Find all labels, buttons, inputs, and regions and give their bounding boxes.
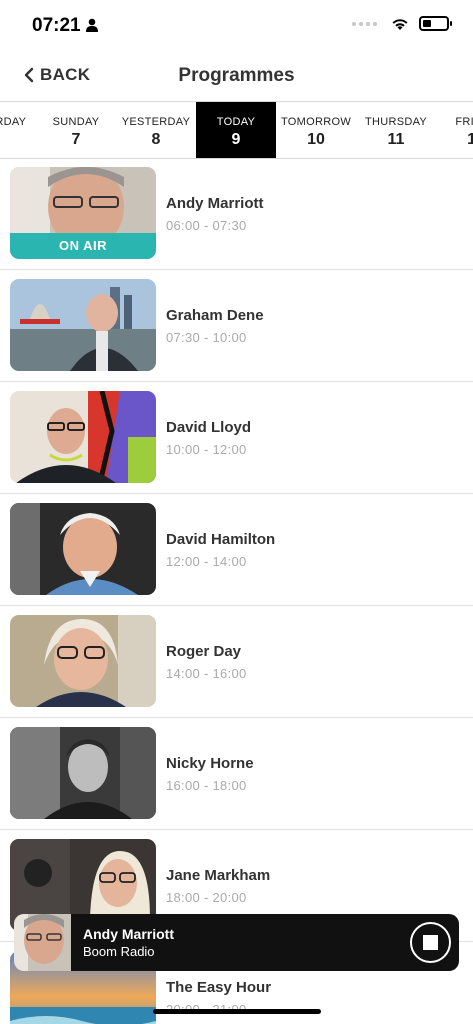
programme-time: 18:00 - 20:00: [166, 890, 247, 905]
programme-row-andy-marriott[interactable]: ON AIR Andy Marriott 06:00 - 07:30: [0, 158, 473, 270]
now-playing-artwork: [14, 914, 71, 971]
presenter-photo: [10, 279, 156, 371]
presenter-photo: ON AIR: [10, 167, 156, 259]
day-name: YESTERDAY: [121, 116, 191, 128]
programme-name: David Hamilton: [166, 531, 276, 548]
programme-name: Nicky Horne: [166, 755, 254, 772]
now-playing-bar[interactable]: Andy Marriott Boom Radio: [14, 914, 459, 971]
programme-time: 14:00 - 16:00: [166, 666, 247, 681]
day-number: 6: [0, 131, 36, 149]
programme-row-graham-dene[interactable]: Graham Dene 07:30 - 10:00: [0, 270, 473, 382]
presenter-photo: [10, 391, 156, 483]
programme-time: 07:30 - 10:00: [166, 330, 247, 345]
header: BACK Programmes: [0, 55, 473, 99]
day-number: 12: [436, 131, 473, 149]
presenter-photo: [10, 503, 156, 595]
presenter-photo: [10, 615, 156, 707]
day-selector: SATURDAY 6 SUNDAY 7 YESTERDAY 8 TODAY 9 …: [0, 101, 473, 159]
person-icon: [86, 18, 98, 32]
battery-icon: [419, 16, 452, 31]
programme-name: The Easy Hour: [166, 979, 272, 996]
programme-name: Roger Day: [166, 643, 242, 660]
day-tab-friday[interactable]: FRIDAY 12: [436, 102, 473, 158]
day-name: THURSDAY: [364, 116, 428, 128]
day-name: SATURDAY: [0, 116, 27, 128]
presenter-photo: [10, 727, 156, 819]
day-number: 9: [231, 131, 241, 148]
programme-row-david-lloyd[interactable]: David Lloyd 10:00 - 12:00: [0, 382, 473, 494]
programme-time: 12:00 - 14:00: [166, 554, 247, 569]
day-number: 7: [71, 131, 81, 148]
day-name: FRIDAY: [455, 116, 473, 128]
day-tab-yesterday[interactable]: YESTERDAY 8: [116, 102, 196, 158]
cellular-signal-icon: [352, 21, 377, 26]
programme-name: Jane Markham: [166, 867, 271, 884]
day-tab-saturday[interactable]: SATURDAY 6: [0, 102, 36, 158]
programme-time: 06:00 - 07:30: [166, 218, 247, 233]
programme-name: Andy Marriott: [166, 195, 264, 212]
programme-row-roger-day[interactable]: Roger Day 14:00 - 16:00: [0, 606, 473, 718]
wifi-icon: [392, 18, 408, 30]
day-number: 8: [151, 131, 161, 148]
programme-time: 16:00 - 18:00: [166, 778, 247, 793]
day-name: TODAY: [216, 116, 256, 128]
day-number: 10: [307, 131, 325, 148]
on-air-badge: ON AIR: [10, 233, 156, 259]
programme-time: 10:00 - 12:00: [166, 442, 247, 457]
home-indicator: [153, 1009, 321, 1014]
stop-icon: [423, 935, 438, 950]
day-name: SUNDAY: [52, 116, 100, 128]
programme-row-david-hamilton[interactable]: David Hamilton 12:00 - 14:00: [0, 494, 473, 606]
day-tab-sunday[interactable]: SUNDAY 7: [36, 102, 116, 158]
status-bar: 07:21: [0, 0, 473, 50]
programme-row-nicky-horne[interactable]: Nicky Horne 16:00 - 18:00: [0, 718, 473, 830]
now-playing-title: Andy Marriott: [83, 926, 174, 942]
now-playing-station: Boom Radio: [83, 944, 155, 959]
day-number: 11: [387, 131, 405, 148]
day-name: TOMORROW: [280, 116, 352, 128]
page-title: Programmes: [178, 65, 295, 86]
status-time: 07:21: [32, 15, 81, 36]
programme-name: David Lloyd: [166, 419, 252, 436]
stop-button[interactable]: [410, 922, 451, 963]
day-tab-thursday[interactable]: THURSDAY 11: [356, 102, 436, 158]
day-tab-today[interactable]: TODAY 9: [196, 102, 276, 158]
programme-name: Graham Dene: [166, 307, 264, 324]
day-tab-tomorrow[interactable]: TOMORROW 10: [276, 102, 356, 158]
